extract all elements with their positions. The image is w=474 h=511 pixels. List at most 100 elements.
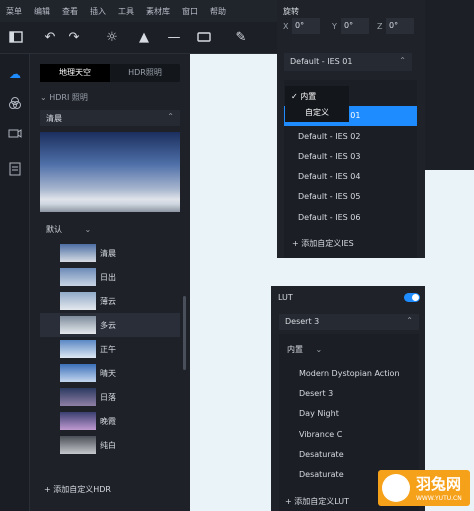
lut-option[interactable]: Desaturate — [299, 470, 344, 479]
plus-icon: + — [292, 239, 299, 248]
axis-z-label: Z — [377, 22, 383, 31]
hdr-item-label: 清晨 — [100, 249, 116, 258]
rotation-x-input[interactable]: 0° — [292, 18, 320, 34]
hdr-thumbnail — [60, 268, 96, 286]
lut-select-value: Desert 3 — [285, 317, 320, 326]
watermark: 羽兔网 WWW.YUTU.CN — [378, 470, 470, 506]
hdri-section-header[interactable]: ⌄ HDRI 照明 — [40, 92, 88, 103]
rotation-y-input[interactable]: 0° — [341, 18, 369, 34]
ies-option[interactable]: Default - IES 05 — [284, 187, 417, 207]
rectangle-icon[interactable] — [196, 30, 212, 46]
sun-icon[interactable]: ☼ — [104, 30, 120, 46]
ies-source-popup: ✓ 内置 自定义 — [285, 86, 349, 122]
hdr-list-item[interactable]: 日出 — [40, 265, 180, 289]
lut-option[interactable]: Desaturate — [299, 450, 344, 459]
toolbar: ↶ ↷ ☼ ▲ — ✎ — [0, 22, 278, 54]
ies-option[interactable]: Default - IES 06 — [284, 208, 417, 228]
ies-option[interactable]: Default - IES 03 — [284, 147, 417, 167]
env-tabs: 地理天空 HDR照明 — [40, 64, 180, 82]
hdr-item-label: 日落 — [100, 393, 116, 402]
lut-toggle[interactable] — [404, 293, 420, 302]
sidebar-toggle-icon[interactable] — [8, 30, 24, 46]
hdr-thumbnail — [60, 436, 96, 454]
toggle-knob — [412, 294, 419, 301]
lut-option[interactable]: Desert 3 — [299, 389, 333, 398]
hdr-category-label: 默认 — [46, 225, 62, 234]
redo-icon[interactable]: ↷ — [66, 30, 82, 46]
line-icon[interactable]: — — [166, 30, 182, 46]
cone-icon[interactable]: ▲ — [136, 30, 152, 46]
ies-select-value: Default - IES 01 — [290, 57, 353, 66]
circles-icon[interactable] — [7, 96, 23, 112]
menu-item[interactable]: 查看 — [62, 6, 78, 17]
hdr-item-label: 正午 — [100, 345, 116, 354]
hdr-thumbnail — [60, 412, 96, 430]
eyedropper-icon[interactable]: ✎ — [233, 30, 249, 46]
menu-item[interactable]: 菜单 — [6, 6, 22, 17]
menu-item[interactable]: 帮助 — [210, 6, 226, 17]
ies-select[interactable]: Default - IES 01 ⌃ — [284, 53, 412, 71]
tab-hdr-lighting[interactable]: HDR照明 — [110, 64, 180, 82]
chevron-up-icon: ⌃ — [406, 316, 413, 325]
hdr-item-label: 多云 — [100, 321, 116, 330]
ies-panel: 旋转 X 0° Y 0° Z 0° Default - IES 01 ⌃ Def… — [277, 0, 425, 258]
add-lut-label: 添加自定义LUT — [294, 497, 350, 506]
check-icon: ✓ — [291, 92, 298, 101]
tab-geo-sky[interactable]: 地理天空 — [40, 64, 110, 82]
hdr-list-item[interactable]: 正午 — [40, 337, 180, 361]
menu-item[interactable]: 工具 — [118, 6, 134, 17]
left-sidebar: ☁ — [0, 54, 30, 511]
cloud-icon[interactable]: ☁ — [7, 66, 23, 82]
hdr-scrollbar[interactable] — [183, 296, 186, 370]
hdr-list-item[interactable]: 日落 — [40, 385, 180, 409]
add-ies-label: 添加自定义IES — [301, 239, 354, 248]
watermark-logo — [382, 474, 410, 502]
hdr-item-label: 日出 — [100, 273, 116, 282]
menu-item[interactable]: 窗口 — [182, 6, 198, 17]
hdr-item-label: 纯白 — [100, 441, 116, 450]
axis-x-label: X — [283, 22, 289, 31]
add-ies-button[interactable]: + 添加自定义IES — [292, 238, 354, 249]
lut-select[interactable]: Desert 3 ⌃ — [279, 314, 419, 330]
lut-category-label: 内置 — [287, 345, 303, 354]
hdr-list-item[interactable]: 多云 — [40, 313, 180, 337]
hdr-list-item[interactable]: 晴天 — [40, 361, 180, 385]
hdr-thumbnail — [60, 340, 96, 358]
add-hdr-button[interactable]: + 添加自定义HDR — [44, 484, 111, 495]
hdr-category-select[interactable]: 默认 ⌄ — [46, 224, 91, 235]
hdr-item-label: 薄云 — [100, 297, 116, 306]
lut-option[interactable]: Modern Dystopian Action — [299, 369, 400, 378]
document-icon[interactable] — [7, 162, 23, 178]
ies-option[interactable]: Default - IES 04 — [284, 167, 417, 187]
hdr-list: 清晨日出薄云多云正午晴天日落晚霞纯白 — [40, 241, 180, 457]
popup-option-builtin[interactable]: ✓ 内置 — [291, 91, 316, 102]
hdr-list-item[interactable]: 薄云 — [40, 289, 180, 313]
axis-y-label: Y — [332, 22, 337, 31]
popup-option-custom[interactable]: 自定义 — [305, 107, 329, 118]
ies-option[interactable]: Default - IES 02 — [284, 127, 417, 147]
hdr-list-item[interactable]: 清晨 — [40, 241, 180, 265]
lut-title: LUT — [278, 293, 293, 302]
hdr-list-item[interactable]: 纯白 — [40, 433, 180, 457]
hdr-thumbnail — [60, 364, 96, 382]
chevron-down-icon: ⌄ — [40, 93, 47, 102]
menu-item[interactable]: 编辑 — [34, 6, 50, 17]
plus-icon: + — [44, 485, 51, 494]
rotation-z-input[interactable]: 0° — [386, 18, 414, 34]
lut-category-select[interactable]: 内置 ⌄ — [287, 344, 322, 355]
undo-icon[interactable]: ↶ — [42, 30, 58, 46]
menu-item[interactable]: 素材库 — [146, 6, 170, 17]
hdr-select[interactable]: 清晨 ⌃ — [40, 110, 180, 126]
lut-option[interactable]: Vibrance C — [299, 430, 342, 439]
popup-option-builtin-label: 内置 — [300, 92, 317, 101]
add-lut-button[interactable]: + 添加自定义LUT — [285, 496, 349, 507]
hdr-list-item[interactable]: 晚霞 — [40, 409, 180, 433]
hdr-select-value: 清晨 — [46, 114, 62, 123]
lut-option[interactable]: Day Night — [299, 409, 339, 418]
chevron-up-icon: ⌃ — [167, 112, 174, 121]
camera-icon[interactable] — [7, 126, 23, 142]
menu-item[interactable]: 插入 — [90, 6, 106, 17]
hdr-item-label: 晴天 — [100, 369, 116, 378]
watermark-title: 羽兔网 — [416, 475, 462, 493]
hdr-item-label: 晚霞 — [100, 417, 116, 426]
